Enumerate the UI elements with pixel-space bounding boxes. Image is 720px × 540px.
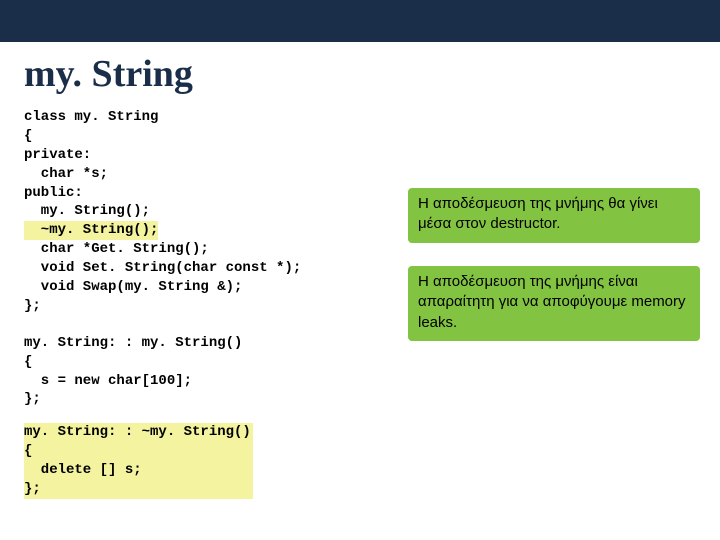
destructor-highlight: ~my. String(); <box>24 221 158 240</box>
slide: my. String class my. String { private: c… <box>0 0 720 540</box>
top-bar <box>0 0 720 42</box>
slide-title: my. String <box>24 52 720 96</box>
code-constructor-impl: my. String: : my. String() { s = new cha… <box>24 334 720 410</box>
note-memory-leaks: Η αποδέσμευση της μνήμης είναι απαραίτητ… <box>408 266 700 341</box>
content-area: class my. String { private: char *s; pub… <box>0 108 720 499</box>
note-destructor: Η αποδέσμευση της μνήμης θα γίνει μέσα σ… <box>408 188 700 243</box>
code-destructor-impl: my. String: : ~my. String() { delete [] … <box>24 423 253 499</box>
